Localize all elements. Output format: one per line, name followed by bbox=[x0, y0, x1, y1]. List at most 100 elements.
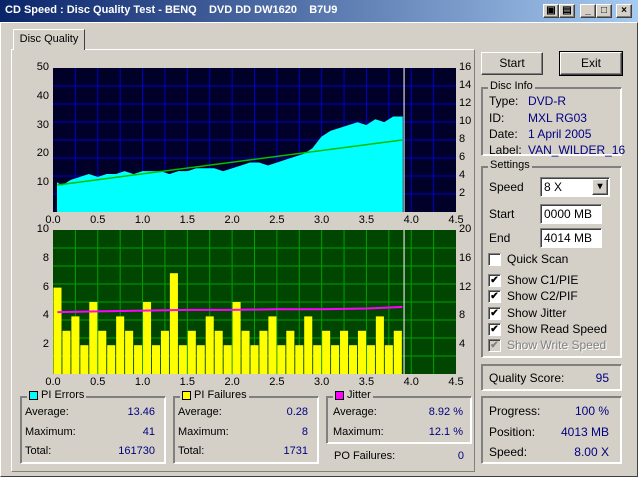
pi-failures-maximum: 8 bbox=[301, 426, 308, 438]
position-value: 4013 MB bbox=[560, 425, 609, 439]
jitter-average: 8.92 % bbox=[428, 406, 463, 418]
y-right-tick-label: 10 bbox=[459, 115, 472, 127]
pi-failures-bar bbox=[80, 345, 89, 374]
show-jitter-checkbox[interactable]: ✔ bbox=[488, 307, 501, 320]
pi-failures-bar bbox=[62, 330, 71, 374]
x-tick-label: 0.5 bbox=[90, 376, 106, 388]
pi-failures-total: 1731 bbox=[283, 445, 308, 457]
pi-failures-bar bbox=[295, 345, 304, 374]
settings-title: Settings bbox=[488, 159, 532, 171]
pi-failures-bar bbox=[89, 302, 98, 374]
show-c1-checkbox[interactable]: ✔ bbox=[488, 274, 501, 287]
pi-failures-bar bbox=[151, 345, 161, 374]
pi-failures-bar bbox=[178, 345, 187, 374]
y-left-tick-label: 10 bbox=[36, 223, 49, 235]
window-title: CD Speed : Disc Quality Test - BENQ DVD … bbox=[5, 4, 338, 16]
settings-group: Settings Speed 8 X ▾ Start 0000 MB End 4… bbox=[481, 159, 622, 358]
pi-failures-bar bbox=[196, 345, 205, 374]
show-write-speed-checkbox: ✔ bbox=[488, 339, 501, 352]
maximize-button[interactable]: □ bbox=[596, 4, 612, 18]
quality-score-group: Quality Score: 95 bbox=[481, 364, 622, 391]
pi-failures-bar bbox=[53, 287, 62, 374]
x-tick-label: 0.0 bbox=[45, 376, 61, 388]
pi-failures-bar bbox=[286, 330, 295, 374]
pi-failures-bar bbox=[268, 316, 277, 374]
pi-failures-bar bbox=[259, 330, 268, 374]
pi-failures-swatch bbox=[182, 390, 191, 400]
pi-failures-bar bbox=[304, 316, 313, 374]
x-tick-label: 1.5 bbox=[179, 214, 195, 226]
pi-failures-bar bbox=[143, 302, 152, 374]
quick-scan-checkbox[interactable] bbox=[488, 253, 501, 266]
x-tick-label: 1.0 bbox=[134, 214, 151, 226]
pi-errors-total-label: Total: bbox=[25, 445, 52, 457]
pi-failures-bar bbox=[125, 330, 134, 374]
x-tick-label: 2.0 bbox=[224, 376, 240, 388]
close-button[interactable]: × bbox=[616, 4, 632, 18]
progress-label: Progress: bbox=[489, 404, 541, 418]
y-left-tick-label: 10 bbox=[36, 176, 49, 189]
end-mb-input[interactable]: 4014 MB bbox=[540, 228, 602, 248]
pi-failures-bar bbox=[160, 330, 169, 374]
quality-score-value: 95 bbox=[595, 371, 609, 385]
jitter-group: Jitter Average: 8.92 % Maximum: 12.1 % bbox=[326, 389, 472, 444]
show-c1-label: Show C1/PIE bbox=[507, 273, 579, 287]
start-mb-input[interactable]: 0000 MB bbox=[540, 204, 602, 224]
pi-errors-maximum-label: Maximum: bbox=[25, 426, 76, 438]
x-tick-label: 4.0 bbox=[403, 376, 419, 388]
show-read-speed-checkbox[interactable]: ✔ bbox=[488, 323, 501, 336]
disc-info-title: Disc Info bbox=[488, 80, 535, 92]
jitter-title: Jitter bbox=[347, 389, 371, 401]
pi-failures-group: PI Failures Average: 0.28 Maximum: 8 Tot… bbox=[173, 389, 319, 464]
pi-failures-bar bbox=[169, 273, 178, 374]
pi-failures-bar bbox=[393, 330, 402, 374]
y-left-tick-label: 4 bbox=[42, 309, 49, 322]
y-right-tick-label: 12 bbox=[459, 97, 472, 109]
pi-failures-bar bbox=[250, 345, 259, 374]
exit-button[interactable]: Exit bbox=[559, 51, 623, 76]
end-label: End bbox=[489, 231, 511, 245]
pi-failures-bar bbox=[71, 316, 80, 374]
pi-failures-average: 0.28 bbox=[286, 406, 308, 418]
progress-value: 100 % bbox=[574, 404, 609, 418]
disc-label-label: Label: bbox=[489, 143, 522, 157]
start-button[interactable]: Start bbox=[481, 52, 543, 75]
pi-errors-plot bbox=[53, 68, 456, 212]
pi-failures-bar bbox=[340, 330, 349, 374]
chevron-down-icon[interactable]: ▾ bbox=[592, 179, 608, 195]
pi-failures-bar bbox=[384, 345, 393, 374]
show-c2-checkbox[interactable]: ✔ bbox=[488, 290, 501, 303]
disc-type-value: DVD-R bbox=[528, 94, 566, 108]
minimize-button[interactable]: _ bbox=[580, 4, 596, 18]
disc-date-label: Date: bbox=[489, 127, 518, 141]
x-tick-label: 3.0 bbox=[314, 376, 330, 388]
tab-disc-quality[interactable]: Disc Quality bbox=[13, 29, 85, 50]
copy-icon[interactable]: ▣ bbox=[543, 4, 559, 18]
pi-errors-chart bbox=[53, 68, 456, 212]
y-right-tick-label: 4 bbox=[459, 338, 466, 351]
y-right-tick-label: 2 bbox=[459, 187, 466, 199]
speed-select-value: 8 X bbox=[544, 180, 563, 194]
pi-failures-bar bbox=[98, 330, 107, 374]
x-tick-label: 1.5 bbox=[179, 376, 195, 388]
x-tick-label: 2.5 bbox=[269, 214, 285, 226]
jitter-average-label: Average: bbox=[333, 406, 377, 418]
pi-errors-total: 161730 bbox=[118, 445, 155, 457]
y-right-tick-label: 8 bbox=[459, 133, 466, 145]
save-icon[interactable]: ▤ bbox=[559, 4, 575, 18]
y-right-tick-label: 20 bbox=[459, 223, 472, 235]
po-failures-label: PO Failures: bbox=[334, 450, 396, 462]
position-label: Position: bbox=[489, 425, 536, 439]
pi-errors-maximum: 41 bbox=[142, 426, 155, 438]
y-left-tick-label: 30 bbox=[36, 118, 49, 131]
disc-label-value: VAN_WILDER_16 bbox=[528, 143, 626, 157]
title-bar: CD Speed : Disc Quality Test - BENQ DVD … bbox=[0, 0, 638, 22]
y-left-tick-label: 2 bbox=[42, 338, 49, 351]
jitter-maximum: 12.1 % bbox=[428, 426, 463, 438]
y-left-tick-label: 8 bbox=[42, 251, 49, 264]
y-left-tick-label: 40 bbox=[36, 89, 49, 102]
pi-failures-maximum-label: Maximum: bbox=[178, 426, 229, 438]
pi-errors-swatch bbox=[29, 390, 38, 400]
speed-select[interactable]: 8 X ▾ bbox=[540, 177, 610, 197]
speed-readout-label: Speed: bbox=[489, 445, 528, 459]
